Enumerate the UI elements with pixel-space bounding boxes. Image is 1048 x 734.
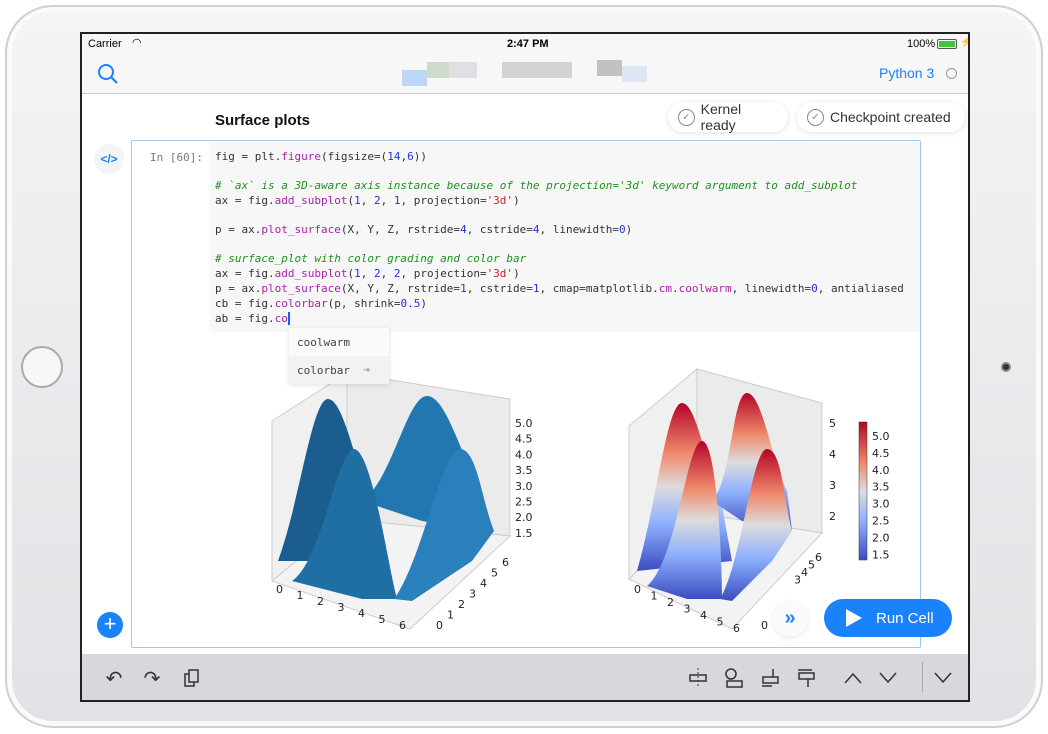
tick-label: 6 (815, 551, 822, 564)
hide-toolbar-icon[interactable] (931, 666, 955, 690)
screen: Carrier ◠ 2:47 PM 100% ⚡ Python 3 Surfac… (80, 32, 970, 702)
redo-icon[interactable]: ↷ (140, 666, 164, 690)
checkpoint-status-text: Checkpoint created (830, 109, 951, 125)
check-circle-icon: ✓ (807, 108, 824, 126)
notebook-title-blurred (402, 60, 652, 86)
tick-label: 2.5 (872, 515, 890, 528)
tick-label: 0 (276, 583, 283, 596)
tick-label: 3 (684, 603, 691, 616)
surface-plot-1: 5.04.54.03.53.02.52.01.50 1 2 3 4 5 6 0123456 (270, 372, 533, 632)
toolbar-divider (922, 662, 923, 692)
kernel-status-text: Kernel ready (700, 101, 742, 133)
move-cell-down-icon[interactable] (794, 666, 818, 690)
run-all-below-button[interactable]: » (772, 601, 808, 637)
tick-label: 0 (436, 619, 443, 632)
tick-label: 6 (399, 619, 406, 632)
charging-icon: ⚡ (960, 37, 968, 48)
chevron-down-icon[interactable] (876, 666, 900, 690)
tick-label: 1 (651, 590, 658, 603)
clock: 2:47 PM (507, 38, 549, 50)
carrier: Carrier (88, 38, 122, 50)
run-cell-button[interactable]: Run Cell (824, 599, 952, 637)
search-icon[interactable] (96, 62, 120, 86)
tick-label: 2.0 (872, 531, 890, 544)
autocomplete-item-selected[interactable]: colorbar ⇥ (289, 356, 389, 384)
tick-label: 5.0 (872, 430, 890, 443)
home-button[interactable] (21, 346, 63, 388)
section-heading: Surface plots (215, 112, 311, 129)
tick-label: 2 (829, 510, 836, 523)
tick-label: 5 (717, 616, 724, 629)
undo-icon[interactable]: ↶ (102, 666, 126, 690)
nav-bar: Python 3 (82, 54, 968, 94)
tab-complete-icon: ⇥ (363, 363, 370, 376)
kernel-name[interactable]: Python 3 (879, 65, 934, 81)
tick-label: 5 (808, 559, 815, 572)
tick-label: 4 (358, 607, 365, 620)
add-cell-button[interactable]: + (97, 612, 123, 638)
tick-label: 2 (667, 596, 674, 609)
surface-plot-2: 54320 1 2 3 4 5 6 034565.04.54.03.53.02.52.01.5 (628, 367, 890, 635)
tick-label: 1 (447, 609, 454, 622)
autocomplete-popup: coolwarm colorbar ⇥ (289, 328, 389, 384)
tick-label: 4.0 (515, 448, 533, 461)
wifi-icon: ◠ (132, 37, 142, 49)
tick-label: 6 (733, 622, 740, 635)
autocomplete-item-label: colorbar (297, 364, 350, 377)
check-circle-icon: ✓ (678, 108, 695, 126)
tick-label: 2 (458, 598, 465, 611)
tick-label: 4 (829, 448, 836, 461)
split-cell-icon[interactable] (686, 666, 710, 690)
tick-label: 4.5 (872, 447, 890, 460)
tick-label: 0 (634, 583, 641, 596)
kernel-status-badge: ✓ Kernel ready (668, 101, 788, 133)
tick-label: 1 (297, 589, 304, 602)
tick-label: 1.5 (515, 527, 533, 540)
plot-output: 5.04.54.03.53.02.52.01.50 1 2 3 4 5 6 0123456 5… (270, 367, 890, 635)
tick-label: 5 (829, 417, 836, 430)
tick-label: 0 (761, 619, 768, 632)
run-cell-label: Run Cell (876, 609, 934, 627)
tick-label: 4 (801, 566, 808, 579)
notebook-content: Surface plots ✓ Kernel ready ✓ Checkpoint … (82, 94, 968, 654)
insert-cell-icon[interactable] (722, 666, 746, 690)
tick-label: 3.0 (515, 480, 533, 493)
tick-label: 4.0 (872, 464, 890, 477)
tick-label: 5 (491, 567, 498, 580)
copy-icon[interactable] (180, 666, 204, 690)
tick-label: 2.0 (515, 511, 533, 524)
move-cell-up-icon[interactable] (758, 666, 782, 690)
tick-label: 3 (338, 601, 345, 614)
tick-label: 6 (502, 556, 509, 569)
tick-label: 2 (317, 595, 324, 608)
tick-label: 4 (700, 609, 707, 622)
battery-percent: 100% (907, 38, 936, 50)
camera (1001, 362, 1011, 372)
battery-icon (937, 39, 957, 49)
tick-label: 5 (379, 613, 386, 626)
kernel-idle-icon (946, 68, 957, 79)
tick-label: 1.5 (872, 548, 890, 561)
tick-label: 3 (469, 588, 476, 601)
tick-label: 3.0 (872, 498, 890, 511)
autocomplete-item[interactable]: coolwarm (297, 336, 350, 349)
status-bar: Carrier ◠ 2:47 PM 100% ⚡ (82, 34, 968, 54)
checkpoint-status-badge: ✓ Checkpoint created (797, 102, 965, 132)
tick-label: 3.5 (515, 464, 533, 477)
tick-label: 4.5 (515, 433, 533, 446)
tick-label: 4 (480, 577, 487, 590)
code-cell[interactable]: In [60]: fig = plt.figure(figsize=(14,6)… (131, 140, 952, 648)
bottom-toolbar: ↶ ↷ (82, 654, 968, 700)
tick-label: 2.5 (515, 496, 533, 509)
tick-label: 3.5 (872, 481, 890, 494)
colorbar (858, 421, 868, 561)
tick-label: 5.0 (515, 417, 533, 430)
tick-label: 3 (794, 574, 801, 587)
chevron-up-icon[interactable] (841, 666, 865, 690)
play-icon (846, 609, 862, 627)
tick-label: 3 (829, 479, 836, 492)
code-cell-type-icon[interactable]: </> (94, 144, 124, 174)
